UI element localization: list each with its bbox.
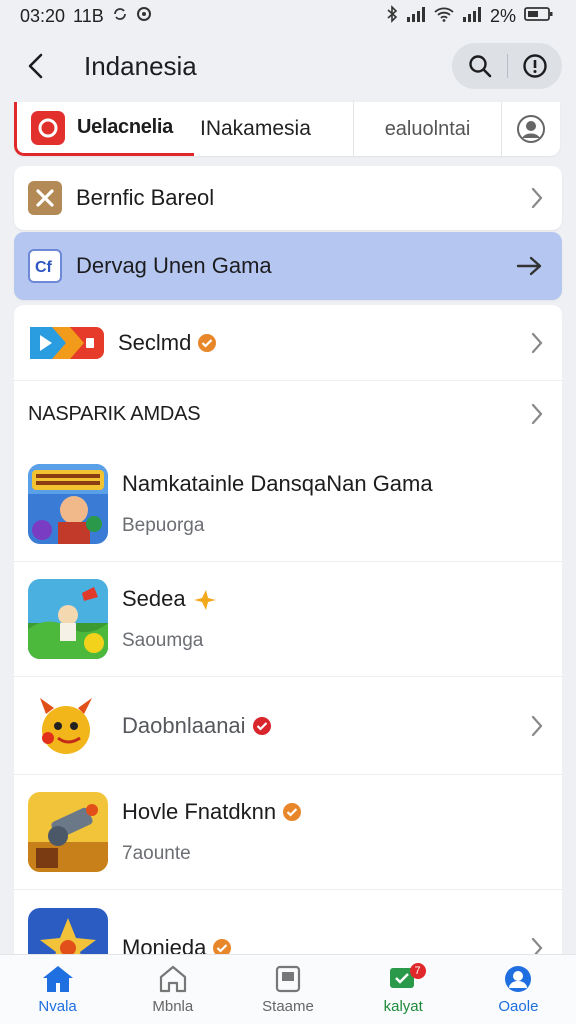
sparkle-badge-icon — [193, 590, 216, 610]
user-icon — [517, 115, 545, 143]
game-row[interactable]: Daobnlaanai — [14, 677, 562, 775]
verified-badge-icon — [252, 716, 271, 735]
card-label: Bernfic Bareol — [76, 185, 215, 210]
tab-inakamesia[interactable]: INakamesia — [194, 102, 354, 156]
info-button[interactable] — [515, 46, 555, 86]
chevron-left-icon — [28, 53, 43, 79]
game-name: Daobnlaanai — [122, 712, 246, 738]
game-thumbnail — [28, 792, 108, 872]
nav-item-profile[interactable]: Oaole — [461, 955, 576, 1024]
status-time: 03:20 — [20, 5, 66, 26]
arrow-right-icon — [516, 256, 542, 276]
nav-label: Staame — [262, 998, 314, 1015]
verified-badge-icon — [283, 803, 302, 821]
bottom-nav: Nvala Mbnla Staame 7 kalyat Oaole — [0, 954, 576, 1024]
status-bar: 03:20 11B 2% — [0, 0, 576, 32]
notification-badge: 7 — [409, 963, 426, 979]
top-tab-row: Uelacnelia INakamesia ealuolntai — [14, 102, 560, 156]
section-title: NASPARIK AMDAS — [28, 402, 201, 425]
bluetooth-icon — [386, 4, 398, 28]
tab-label: ealuolntai — [384, 117, 471, 140]
games-panel: Seclmd NASPARIK AMDAS Namkatainle Dansqa… — [14, 305, 562, 955]
nav-item-home[interactable]: Nvala — [0, 955, 115, 1024]
menu-card-dervag[interactable]: Cf Dervag Unen Gama — [14, 232, 562, 300]
search-button[interactable] — [460, 46, 500, 86]
house-outline-icon — [159, 965, 186, 993]
verified-badge-icon — [198, 333, 217, 352]
app-header: Indanesia — [0, 32, 576, 100]
tab-label: INakamesia — [200, 117, 311, 140]
tab-ealuolntai[interactable]: ealuolntai — [354, 102, 502, 156]
verified-badge-icon — [213, 938, 232, 955]
play-logo-icon — [28, 323, 106, 363]
sync-icon — [112, 6, 128, 27]
game-name: Sedea — [122, 586, 186, 611]
game-name: Namkatainle DansqaNan Gama — [122, 471, 433, 496]
nav-item-messages[interactable]: 7 kalyat — [346, 955, 461, 1024]
svg-text:Cf: Cf — [35, 259, 53, 276]
nav-label: kalyat — [383, 998, 423, 1015]
game-row[interactable]: Namkatainle DansqaNan Gama Bepuorga — [14, 447, 562, 562]
game-thumbnail — [28, 907, 108, 955]
page-title: Indanesia — [84, 50, 197, 81]
featured-name: Seclmd — [118, 329, 192, 355]
signal-icon — [406, 6, 426, 27]
game-subtitle: 7aounte — [122, 843, 191, 864]
profile-button[interactable] — [502, 102, 560, 156]
game-row[interactable]: Monieda — [14, 890, 562, 955]
signal-icon-2 — [462, 6, 482, 27]
shield-icon — [136, 6, 152, 27]
search-icon — [468, 55, 491, 78]
chevron-right-icon — [531, 332, 543, 353]
game-row[interactable]: Sedea Saoumga — [14, 562, 562, 677]
game-row[interactable]: Hovle Fnatdknn 7aounte — [14, 775, 562, 890]
game-name: Monieda — [122, 934, 207, 956]
nav-label: Nvala — [38, 998, 77, 1015]
person-icon — [505, 966, 532, 992]
menu-card-bernfic[interactable]: Bernfic Bareol — [14, 166, 562, 230]
battery-percent: 2% — [489, 5, 516, 26]
chevron-right-icon — [531, 403, 543, 425]
game-name: Hovle Fnatdknn — [122, 799, 277, 824]
tab-label: Uelacnelia — [77, 116, 173, 138]
chevron-right-icon — [531, 937, 543, 955]
back-button[interactable] — [14, 44, 58, 88]
game-thumbnail — [28, 579, 108, 659]
game-controller-icon: Cf — [28, 249, 62, 283]
crossed-tools-icon — [28, 181, 62, 215]
nav-label: Mbnla — [152, 998, 194, 1015]
status-carrier: 11B — [73, 5, 104, 26]
home-icon — [42, 966, 73, 992]
nav-item-games[interactable]: Mbnla — [115, 955, 230, 1024]
info-icon — [522, 54, 547, 78]
brand-logo-icon — [31, 110, 65, 145]
tablet-icon — [275, 965, 301, 993]
featured-row[interactable]: Seclmd — [14, 305, 562, 381]
header-capsule — [452, 43, 562, 89]
game-thumbnail — [28, 686, 108, 766]
chevron-right-icon — [531, 715, 543, 736]
card-label: Dervag Unen Gama — [76, 253, 272, 278]
nav-item-store[interactable]: Staame — [230, 955, 345, 1024]
section-header[interactable]: NASPARIK AMDAS — [14, 381, 562, 447]
wifi-icon — [434, 6, 454, 27]
tab-uelacnelia[interactable]: Uelacnelia — [14, 102, 194, 156]
nav-label: Oaole — [498, 998, 539, 1015]
battery-icon — [524, 6, 554, 27]
game-subtitle: Saoumga — [122, 630, 204, 651]
chevron-right-icon — [531, 187, 543, 209]
game-thumbnail — [28, 464, 108, 544]
game-subtitle: Bepuorga — [122, 515, 205, 536]
